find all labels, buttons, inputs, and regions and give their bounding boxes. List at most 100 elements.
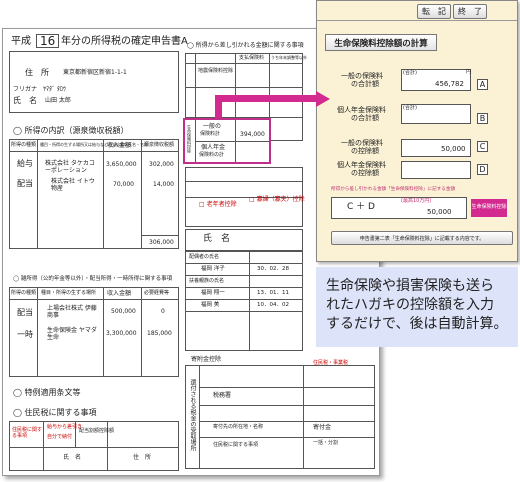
resident-left-label: 住民税に関する事項: [12, 427, 43, 439]
relation-option: 給与から差引き: [47, 424, 83, 430]
donation-label: 寄附金控除: [191, 356, 222, 363]
relation-option: 配当割額控除額: [79, 428, 115, 434]
special-row-place: 生命保険金 ヤマダ生命: [47, 327, 97, 342]
b-label-1: 個人年金保険料: [337, 106, 386, 114]
special-col-place: 種目・所得の生ずる場所: [41, 290, 97, 296]
final-label: 住民税に関する事項: [213, 442, 259, 448]
income-col-type: 所得の種類: [11, 142, 37, 148]
calc-title: 生命保険料控除額の計算: [325, 34, 437, 51]
dependent-name: 福岡 翔一: [201, 290, 225, 296]
special-col-type: 所得の種類: [11, 290, 37, 296]
finish-button[interactable]: 終 了: [453, 4, 487, 19]
income-col-payer: 種目・所得の生ずる場所又は給与などの支払者の氏名・名称: [40, 142, 148, 147]
special-row-type: 一時: [17, 330, 33, 339]
donation-name-label: 寄付先の所在地・名称: [213, 424, 264, 430]
dependents-name-label: 氏 名: [203, 234, 231, 244]
special-row-type: 配当: [17, 308, 33, 317]
ins-sub2-label-a: 個人年金: [201, 144, 226, 151]
dependent-birth: 10．04．02: [257, 302, 289, 308]
pension-deduction-label: □ 老年者控除: [199, 201, 237, 208]
bottom-section-title: ◯ 特例適用条文等: [13, 388, 81, 397]
dependent-birth: 30．02．28: [257, 266, 289, 272]
address-value: 東京都新宿区新宿1-1-1: [63, 69, 127, 76]
dependent-birth: 13．01．11: [257, 290, 289, 296]
income-row-amount: 70,000: [113, 181, 134, 188]
name-label: 氏 名: [13, 96, 37, 105]
arrow-stem-horizontal: [215, 95, 319, 102]
c-label-2: の控除額: [351, 147, 379, 155]
spouse-header: 配偶者の氏名: [189, 254, 220, 260]
refund-vertical-label: 還付される税金の受取場所: [189, 379, 196, 451]
sum-expression: C ＋ D: [347, 202, 375, 212]
callout-line-1: 生命保険や損害保険も送ら: [326, 278, 494, 294]
income-row-type: 配当: [17, 179, 33, 188]
address-label: 住 所: [25, 68, 49, 77]
furigana-value: ﾔﾏﾀﾞ ﾀﾛｳ: [43, 86, 66, 93]
callout-line-2: れたハガキの控除額を入力: [326, 297, 494, 313]
c-value: 50,000: [441, 145, 466, 153]
income-col-tax: 源泉徴収税額: [144, 142, 175, 148]
income-row-amount: 3,650,000: [106, 161, 137, 168]
split-label: 一括・分割: [313, 440, 339, 446]
sum-value: 50,000: [427, 208, 452, 216]
ins-sub1-label-b: 保険料計: [200, 131, 221, 137]
special-row-cost: 0: [161, 308, 165, 315]
tag-a: A: [477, 79, 488, 90]
transfer-info-button[interactable]: 申告書第二表「生命保険料控除」に記載する内容です。: [331, 231, 513, 245]
dependents-sub-header: 扶養親族の氏名: [189, 278, 225, 284]
form-year: 16: [36, 34, 60, 48]
special-row-amount: 500,000: [111, 308, 136, 315]
special-row-cost: 185,000: [147, 330, 172, 337]
ins-sub1-label-a: 一般の: [203, 123, 222, 130]
dependent-name: 福岡 洋子: [201, 266, 225, 272]
deduct-header: ◯ 所得から差し引かれる金額に関する事項: [187, 42, 304, 49]
arrow-head-icon: [316, 91, 330, 107]
d-label-2: の控除額: [351, 169, 379, 177]
resident-col-name: 氏 名: [63, 454, 82, 461]
form-title: 年分の所得税の確定申告書A: [61, 36, 188, 47]
special-col-cost: 必要経費等: [144, 290, 170, 296]
life-insurance-badge: 生命保険料控除: [471, 199, 507, 217]
calc-window: 転 記 終 了 生命保険料控除額の計算 一般の保険料 の合計額 (合計) 円 4…: [316, 0, 518, 262]
arrow-stem-vertical: [215, 101, 222, 118]
a-yen: 円: [466, 69, 472, 75]
income-row-payer: 株式会社 イトウ物産: [51, 178, 95, 193]
income-row-type: 給与: [17, 159, 33, 168]
callout-box: 生命保険や損害保険も送ら れたハガキの控除額を入力 するだけで、後は自動計算。: [316, 267, 518, 347]
resident-section-title: ◯ 住民税に関する事項: [13, 408, 97, 417]
widow-deduction-label: □ 寡婦（寡夫）控除: [249, 196, 305, 203]
dependent-name: 福岡 美: [201, 302, 220, 308]
d-output: [401, 161, 471, 179]
a-label-1: 一般の保険料: [341, 72, 383, 80]
deduct-col-other: うち年末調整等以外: [271, 55, 307, 60]
a-unit: (合計): [403, 70, 417, 76]
income-section-title: ◯ 所得の内訳（源泉徴収税額）: [13, 126, 129, 135]
income-col-amount: 収入金額: [107, 142, 132, 149]
transfer-note: 所得から差し引かれる金額「生命保険料控除」に記する金額: [331, 187, 456, 192]
form-era: 平成: [11, 36, 31, 47]
income-total: 306,000: [149, 239, 174, 246]
callout-line-3: するだけで、後は自動計算。: [326, 316, 508, 332]
a-label-2: の合計額: [351, 80, 379, 88]
relation-option: 自分で納付: [47, 434, 73, 440]
donation-amount-label: 寄付金: [313, 424, 332, 431]
transfer-button[interactable]: 転 記: [417, 4, 451, 19]
special-col-amount: 収入金額: [107, 290, 132, 297]
life-insurance-vertical-label: 生命保険料控除: [187, 125, 192, 153]
ins-sub1-value: 394,000: [240, 131, 265, 138]
deduct-col-premium: 支払保険料: [239, 55, 265, 61]
tag-d: D: [477, 164, 488, 175]
income-row-tax: 302,000: [149, 161, 174, 168]
special-row-place: 上場会社株式 伊藤商事: [47, 305, 97, 320]
c-label-1: 一般の保険料: [341, 139, 383, 147]
deduct-row-label: 地震保険料控除: [198, 68, 234, 74]
furigana-label: フリガナ: [13, 86, 38, 93]
taxoffice-label: 税務署: [213, 392, 232, 399]
name-value: 山田 太郎: [45, 97, 71, 104]
sum-limit: (最高10万円): [401, 198, 432, 204]
tag-b: B: [477, 113, 488, 124]
refund-table: [185, 365, 375, 469]
a-value: 456,782: [435, 80, 464, 88]
ins-sub2-label-b: 保険料の計: [199, 152, 225, 158]
income-row-payer: 株式会社 タケカコーポレーション: [45, 160, 95, 175]
